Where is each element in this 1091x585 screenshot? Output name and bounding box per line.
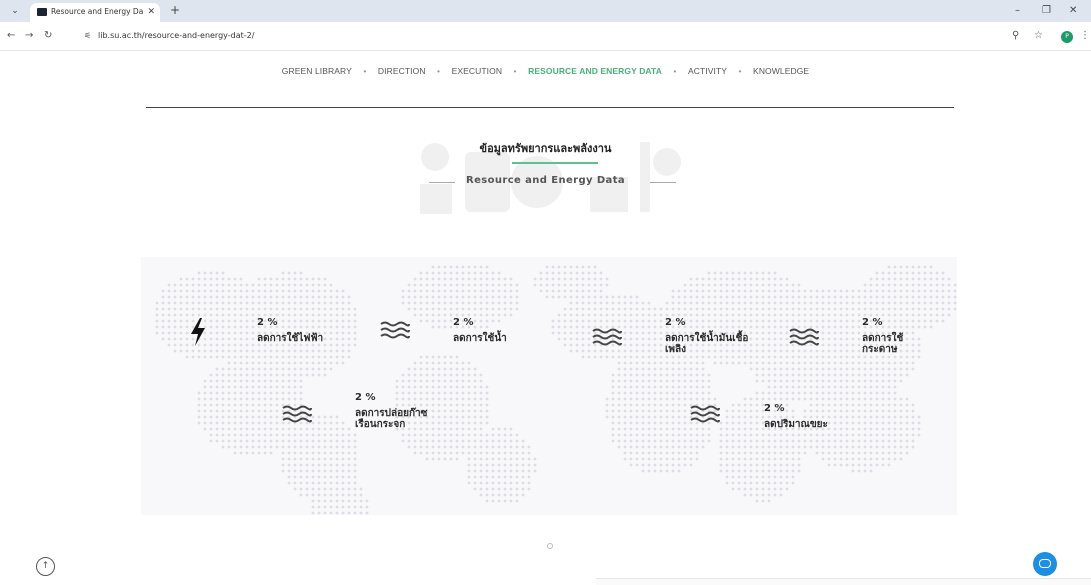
url-field[interactable]: ⚟ lib.su.ac.th/resource-and-energy-dat-2…: [80, 27, 1000, 45]
menu-kebab-icon[interactable]: ⋮: [1080, 29, 1090, 43]
page-subtitle-english: Resource and Energy Data: [465, 175, 626, 186]
restore-icon[interactable]: ❐: [1042, 4, 1051, 18]
site-navigation: GREEN LIBRARY • DIRECTION • EXECUTION • …: [0, 66, 1091, 76]
chat-button[interactable]: [1033, 552, 1057, 576]
chat-bubble-icon: [1039, 559, 1051, 568]
nav-separator: •: [513, 66, 517, 76]
stat-label: ลดการใช้กระดาษ: [862, 333, 904, 355]
stat-percent: 2 %: [355, 392, 376, 403]
back-icon[interactable]: ←: [7, 29, 15, 43]
waves-icon: [380, 321, 410, 339]
nav-divider: [146, 107, 954, 108]
stat-percent: 2 %: [453, 317, 474, 328]
title-side-line-right: [650, 182, 676, 183]
page-title-thai: ข้อมูลทรัพยากรและพลังงาน: [479, 142, 612, 155]
forward-icon[interactable]: →: [25, 29, 33, 43]
browser-tab[interactable]: Resource and Energy Data – Th ✕: [30, 3, 160, 22]
stat-label: ลดการใช้ไฟฟ้า: [257, 333, 324, 344]
nav-separator: •: [363, 66, 367, 76]
nav-item-resource-and-energy-data[interactable]: RESOURCE AND ENERGY DATA: [528, 66, 662, 76]
world-map-panel: [141, 257, 957, 515]
nav-item-execution[interactable]: EXECUTION: [452, 66, 503, 76]
tab-title: Resource and Energy Data – Th: [51, 7, 143, 16]
tab-close-icon[interactable]: ✕: [147, 6, 155, 18]
title-underline: [512, 162, 598, 164]
waves-icon: [690, 405, 720, 423]
waves-icon: [282, 405, 312, 423]
stat-label: ลดปริมาณขยะ: [764, 419, 828, 430]
url-text: lib.su.ac.th/resource-and-energy-dat-2/: [98, 31, 255, 40]
nav-item-activity[interactable]: ACTIVITY: [688, 66, 727, 76]
nav-separator: •: [673, 66, 677, 76]
stat-percent: 2 %: [257, 317, 278, 328]
stat-percent: 2 %: [764, 403, 785, 414]
stat-label: ลดการใช้น้ำมันเชื้อเพลิง: [665, 333, 749, 355]
scroll-to-top-button[interactable]: ↑: [36, 557, 55, 576]
tab-search-icon[interactable]: ⌄: [7, 4, 23, 18]
site-favicon-icon: [37, 8, 47, 16]
nav-item-direction[interactable]: DIRECTION: [378, 66, 426, 76]
nav-separator: •: [738, 66, 742, 76]
minimize-icon[interactable]: –: [1015, 4, 1020, 18]
lightning-icon: [191, 318, 205, 346]
world-map-dots: [155, 265, 957, 515]
close-window-icon[interactable]: ✕: [1069, 4, 1077, 18]
reload-icon[interactable]: ↻: [44, 29, 52, 43]
stat-percent: 2 %: [665, 317, 686, 328]
stat-label: ลดการปล่อยก๊าซเรือนกระจก: [355, 408, 428, 430]
waves-icon: [592, 328, 622, 346]
nav-item-knowledge[interactable]: KNOWLEDGE: [753, 66, 809, 76]
stat-label: ลดการใช้น้ำ: [453, 333, 507, 344]
site-info-icon[interactable]: ⚟: [84, 29, 91, 43]
carousel-dot[interactable]: [547, 543, 553, 549]
browser-tab-strip: ⌄ Resource and Energy Data – Th ✕ + – ❐ …: [0, 0, 1091, 22]
nav-item-green-library[interactable]: GREEN LIBRARY: [282, 66, 352, 76]
zoom-icon[interactable]: ⚲: [1012, 29, 1019, 43]
address-bar: ← → ↻ ⚟ lib.su.ac.th/resource-and-energy…: [0, 22, 1091, 51]
nav-separator: •: [437, 66, 441, 76]
bookmark-star-icon[interactable]: ☆: [1034, 29, 1043, 43]
waves-icon: [789, 328, 819, 346]
stat-percent: 2 %: [862, 317, 883, 328]
profile-avatar[interactable]: P: [1061, 31, 1073, 43]
new-tab-icon[interactable]: +: [170, 3, 180, 18]
